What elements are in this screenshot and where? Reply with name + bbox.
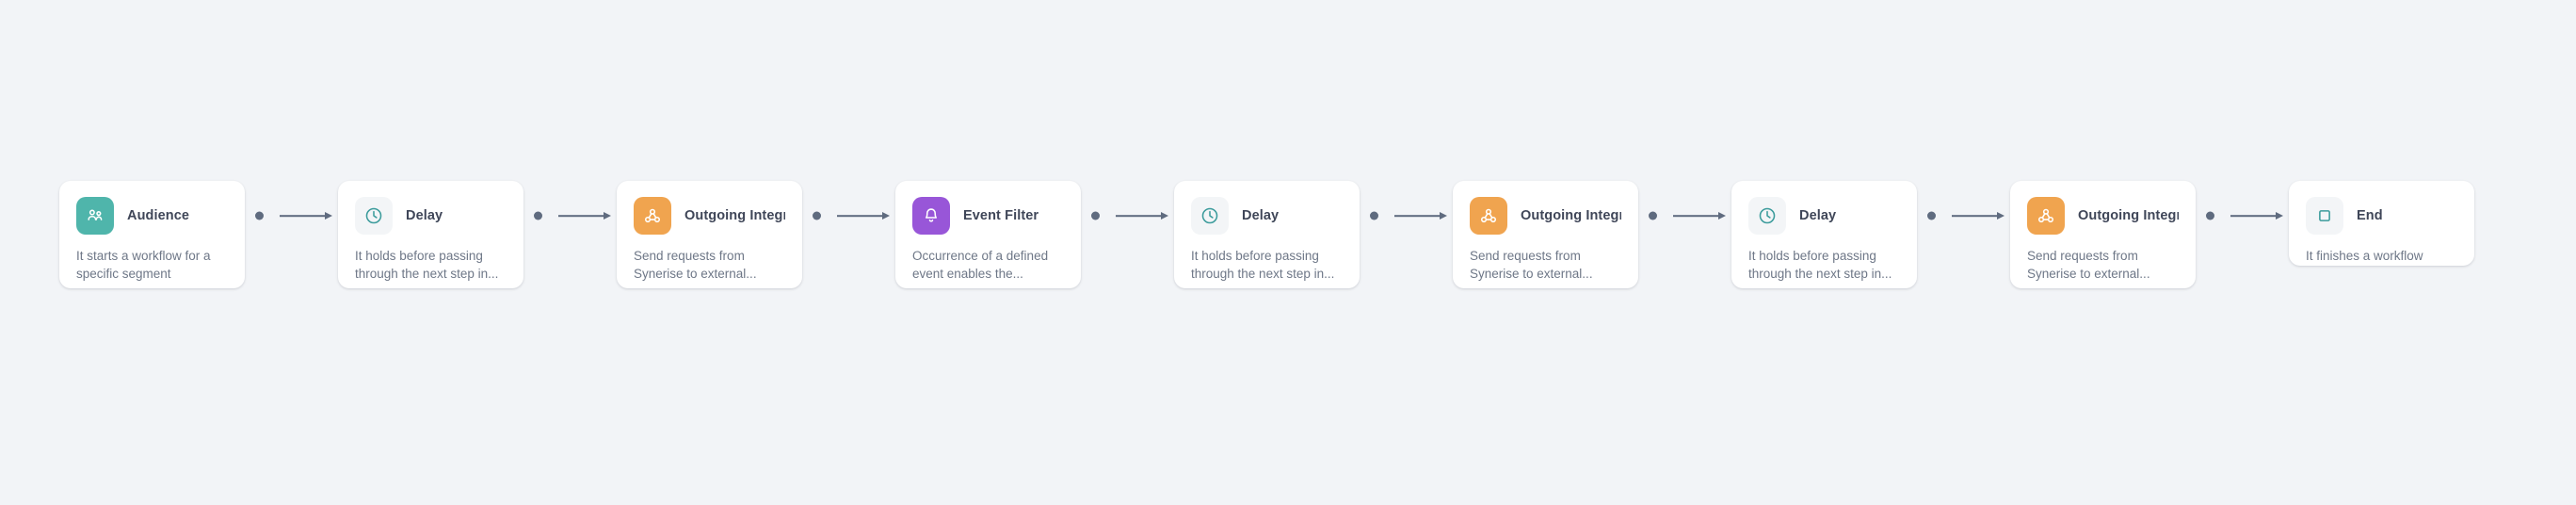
node-description: Send requests from Synerise to external.… xyxy=(2027,249,2150,281)
connector-outgoing-integration-3-to-end xyxy=(2196,181,2289,288)
connector-inner xyxy=(1917,197,2010,235)
node-output-port-dot[interactable] xyxy=(2206,211,2214,220)
connector-line xyxy=(1952,215,1999,217)
clock-icon xyxy=(1748,197,1786,235)
arrow-head-icon xyxy=(1161,212,1168,220)
connector-line xyxy=(2230,215,2278,217)
node-description: Send requests from Synerise to external.… xyxy=(634,249,757,281)
workflow-canvas: Audience It starts a workflow for a speci… xyxy=(0,0,2576,505)
workflow-node-row: Audience It starts a workflow for a speci… xyxy=(59,181,2474,288)
node-description: It holds before passing through the next… xyxy=(1748,249,1892,281)
node-description: It starts a workflow for a specific segm… xyxy=(76,249,211,281)
stop-square-icon xyxy=(2306,197,2343,235)
connector-inner xyxy=(245,197,338,235)
connector-line xyxy=(1394,215,1441,217)
workflow-node-outgoing-integration-1[interactable]: Outgoing Integr... Send requests from Syn… xyxy=(617,181,802,288)
node-header: Event Filter xyxy=(912,197,1064,235)
workflow-node-outgoing-integration-3[interactable]: Outgoing Integr... Send requests from Syn… xyxy=(2010,181,2196,288)
node-title: Delay xyxy=(1799,208,1837,223)
arrow-head-icon xyxy=(604,212,611,220)
connector-inner xyxy=(523,197,617,235)
clock-icon xyxy=(1191,197,1229,235)
arrow-head-icon xyxy=(1440,212,1447,220)
node-description: Occurrence of a defined event enables th… xyxy=(912,249,1049,281)
connector-line xyxy=(1673,215,1720,217)
node-title: Outgoing Integr... xyxy=(2078,208,2179,223)
node-description: Send requests from Synerise to external.… xyxy=(1470,249,1593,281)
connector-delay-3-to-outgoing-integration-3 xyxy=(1917,181,2010,288)
node-title: Outgoing Integr... xyxy=(1521,208,1621,223)
connector-inner xyxy=(1081,197,1174,235)
node-header: Delay xyxy=(1191,197,1343,235)
webhook-icon xyxy=(1470,197,1507,235)
node-header: Outgoing Integr... xyxy=(2027,197,2179,235)
connector-inner xyxy=(1638,197,1731,235)
node-header: Delay xyxy=(1748,197,1900,235)
node-output-port-dot[interactable] xyxy=(1649,211,1657,220)
node-output-port-dot[interactable] xyxy=(1927,211,1936,220)
node-output-port-dot[interactable] xyxy=(1091,211,1100,220)
connector-inner xyxy=(1360,197,1453,235)
node-output-port-dot[interactable] xyxy=(813,211,821,220)
connector-delay-1-to-outgoing-integration-1 xyxy=(523,181,617,288)
node-header: End xyxy=(2306,197,2457,235)
node-header: Delay xyxy=(355,197,507,235)
connector-audience-to-delay-1 xyxy=(245,181,338,288)
node-title: Delay xyxy=(1242,208,1280,223)
workflow-node-end[interactable]: End It finishes a workflow xyxy=(2289,181,2474,266)
connector-line xyxy=(837,215,884,217)
node-output-port-dot[interactable] xyxy=(255,211,264,220)
connector-event-filter-to-delay-2 xyxy=(1081,181,1174,288)
webhook-icon xyxy=(634,197,671,235)
arrow-head-icon xyxy=(882,212,890,220)
arrow-head-icon xyxy=(325,212,332,220)
connector-inner xyxy=(802,197,895,235)
connector-outgoing-integration-1-to-event-filter xyxy=(802,181,895,288)
node-header: Outgoing Integr... xyxy=(634,197,785,235)
node-title: Outgoing Integr... xyxy=(684,208,785,223)
node-title: Event Filter xyxy=(963,208,1039,223)
node-description: It holds before passing through the next… xyxy=(355,249,499,281)
workflow-node-delay-3[interactable]: Delay It holds before passing through the… xyxy=(1731,181,1917,288)
node-title: Audience xyxy=(127,208,190,223)
node-header: Outgoing Integr... xyxy=(1470,197,1621,235)
audience-people-icon xyxy=(76,197,114,235)
webhook-icon xyxy=(2027,197,2065,235)
connector-line xyxy=(1116,215,1163,217)
workflow-node-delay-2[interactable]: Delay It holds before passing through the… xyxy=(1174,181,1360,288)
connector-line xyxy=(558,215,605,217)
node-description: It holds before passing through the next… xyxy=(1191,249,1335,281)
workflow-node-audience[interactable]: Audience It starts a workflow for a speci… xyxy=(59,181,245,288)
workflow-node-delay-1[interactable]: Delay It holds before passing through the… xyxy=(338,181,523,288)
connector-delay-2-to-outgoing-integration-2 xyxy=(1360,181,1453,288)
arrow-head-icon xyxy=(1997,212,2004,220)
workflow-node-outgoing-integration-2[interactable]: Outgoing Integr... Send requests from Syn… xyxy=(1453,181,1638,288)
node-output-port-dot[interactable] xyxy=(1370,211,1378,220)
node-header: Audience xyxy=(76,197,228,235)
workflow-node-event-filter[interactable]: Event Filter Occurrence of a defined even… xyxy=(895,181,1081,288)
node-description: It finishes a workflow xyxy=(2306,249,2423,263)
bell-icon xyxy=(912,197,950,235)
connector-inner xyxy=(2196,197,2289,235)
clock-icon xyxy=(355,197,393,235)
arrow-head-icon xyxy=(1718,212,1726,220)
node-title: Delay xyxy=(406,208,443,223)
node-title: End xyxy=(2357,208,2383,223)
node-output-port-dot[interactable] xyxy=(534,211,542,220)
arrow-head-icon xyxy=(2276,212,2283,220)
connector-line xyxy=(280,215,327,217)
connector-outgoing-integration-2-to-delay-3 xyxy=(1638,181,1731,288)
